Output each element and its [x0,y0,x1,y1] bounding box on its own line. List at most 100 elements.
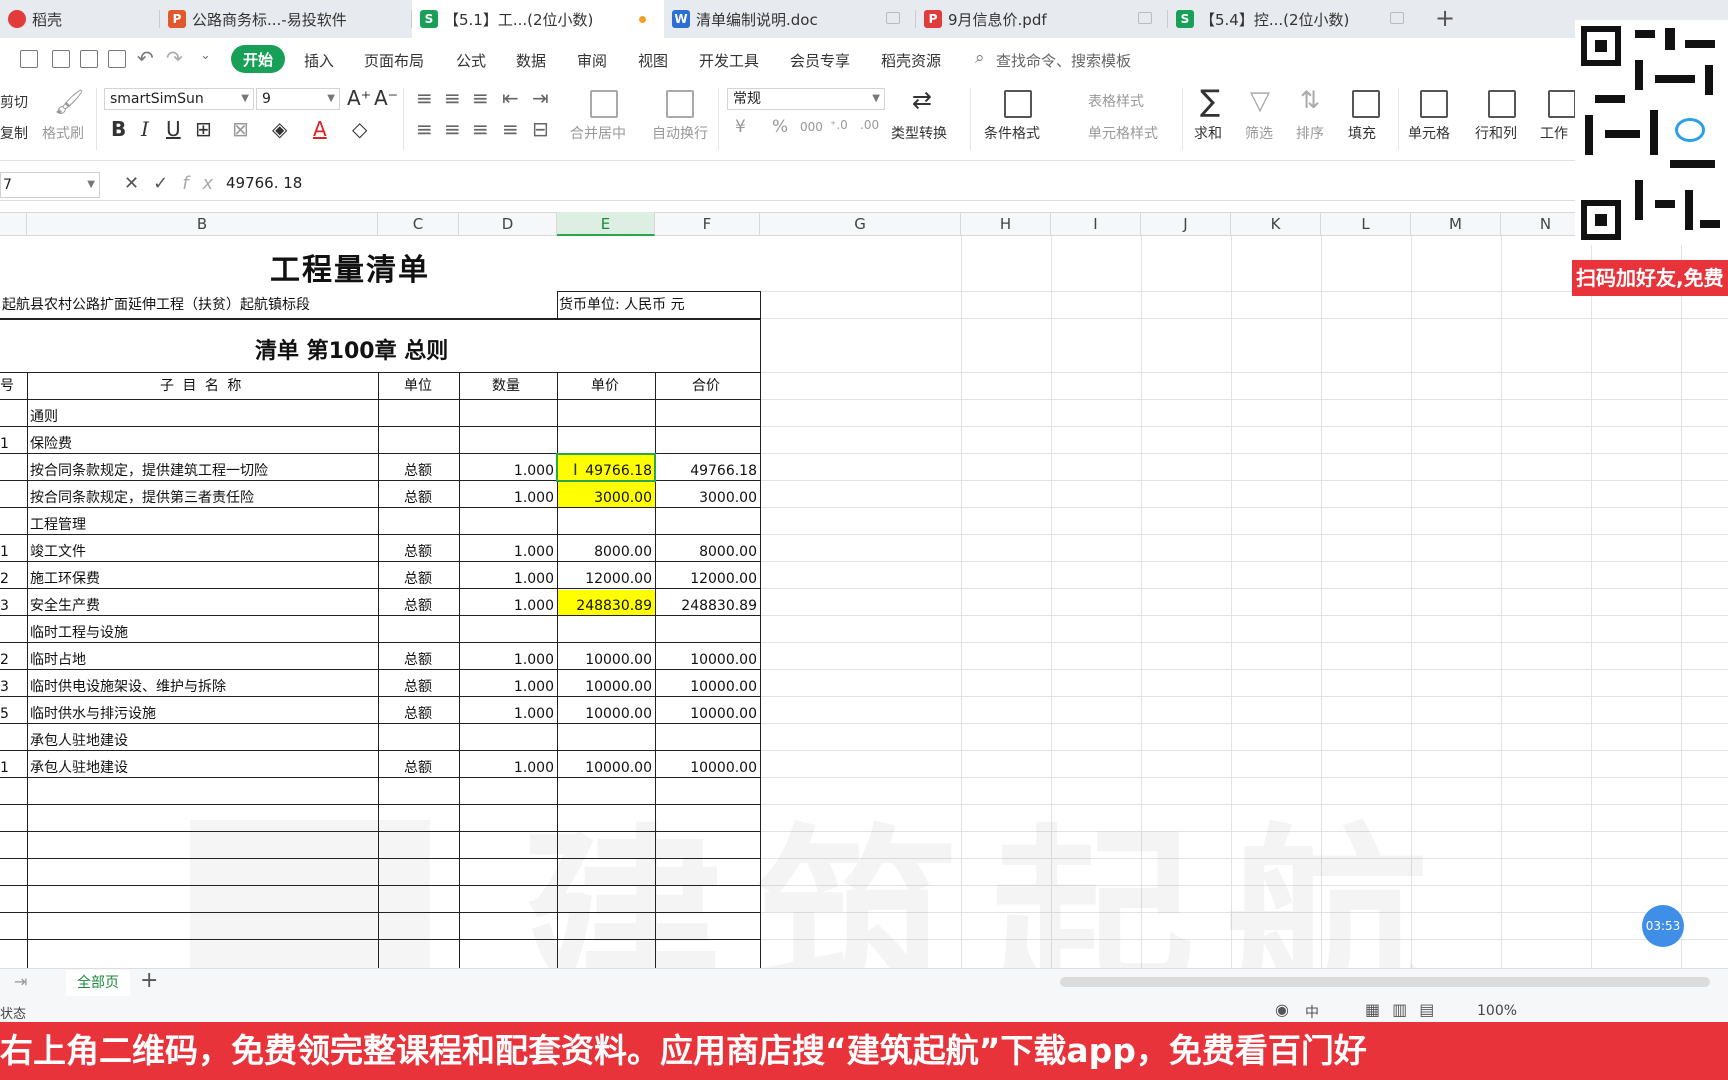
menu-insert[interactable]: 插入 [304,50,334,71]
increase-font-icon[interactable]: A⁺ [347,86,371,110]
thousands-icon[interactable]: 000 [800,120,823,134]
column-header-b[interactable]: B [27,212,378,236]
row-price[interactable]: 8000.00 [557,543,652,561]
column-header-c[interactable]: C [378,212,459,236]
column-header-f[interactable]: F [655,212,760,236]
menu-review[interactable]: 审阅 [577,50,607,71]
close-icon[interactable] [1390,12,1404,24]
currency-icon[interactable]: ¥ [735,117,746,137]
tab-bid-software[interactable]: P 公路商务标...-易投软件 [160,0,412,38]
active-cell[interactable] [556,453,656,482]
merge-center-button[interactable]: 合并居中 [570,123,626,143]
last-sheet-icon[interactable]: ⇥ [14,972,27,991]
tab-quantity-list[interactable]: S 【5.1】工...(2位小数) [412,0,664,38]
fill-color-icon[interactable]: ◈ [272,117,287,141]
column-header-g[interactable]: G [760,212,961,236]
align-top-icon[interactable]: ≡ [416,86,433,110]
column-header-k[interactable]: K [1231,212,1321,236]
row-price[interactable]: 3000.00 [557,489,652,507]
indent-icon[interactable]: ⇥ [532,86,549,110]
row-price[interactable]: 248830.89 [557,597,652,615]
cut-button[interactable]: 剪切 [0,92,28,112]
menu-member[interactable]: 会员专享 [790,50,850,71]
tab-control-price[interactable]: S 【5.4】控...(2位小数) [1168,0,1420,38]
cell-style-button[interactable]: 单元格样式 [1088,123,1158,143]
close-icon[interactable] [886,12,900,24]
view-mode-icons[interactable]: ▦▥▤ [1365,1000,1446,1019]
font-size-select[interactable]: 9 ▼ [256,88,340,110]
format-painter-button[interactable]: 格式刷 [42,123,84,143]
column-header-j[interactable]: J [1141,212,1231,236]
export-icon[interactable] [52,50,70,68]
sheet-tab-all[interactable]: 全部页 [66,970,130,996]
new-tab-icon[interactable]: + [1435,4,1455,32]
number-format-select[interactable]: 常规 ▼ [727,88,885,110]
decrease-font-icon[interactable]: A⁻ [374,86,398,110]
diagonal-border-icon[interactable]: ⊠ [232,117,249,141]
bold-icon[interactable]: B [111,117,126,141]
column-header-d[interactable]: D [459,212,557,236]
column-header-l[interactable]: L [1321,212,1411,236]
eye-icon[interactable]: ◉ [1275,1000,1289,1019]
font-name-select[interactable]: smartSimSun ▼ [104,88,254,110]
menu-developer[interactable]: 开发工具 [699,50,759,71]
row-price[interactable]: 12000.00 [557,570,652,588]
decrease-decimal-icon[interactable]: .00 [860,118,879,132]
align-center-icon[interactable]: ≡ [444,117,461,141]
tab-price-pdf[interactable]: P 9月信息价.pdf [916,0,1168,38]
tab-list-doc[interactable]: W 清单编制说明.doc [664,0,916,38]
name-box[interactable]: 7 ▼ [0,172,100,198]
font-color-icon[interactable]: A [313,117,327,141]
underline-icon[interactable]: U [166,117,181,141]
type-convert-button[interactable]: 类型转换 [891,123,947,143]
formula-input[interactable]: 49766. 18 [226,174,302,192]
wrap-text-button[interactable]: 自动换行 [652,123,708,143]
add-sheet-icon[interactable]: + [140,968,158,993]
menu-view[interactable]: 视图 [638,50,668,71]
increase-decimal-icon[interactable]: ⁺.0 [830,118,848,132]
menu-docer-resources[interactable]: 稻壳资源 [881,50,941,71]
save-icon[interactable] [20,50,38,68]
percent-icon[interactable]: % [772,117,788,137]
worksheet-button[interactable]: 工作 [1540,123,1568,143]
row-price[interactable]: 10000.00 [557,705,652,723]
cell-button[interactable]: 单元格 [1408,123,1450,143]
sort-button[interactable]: 排序 [1296,123,1324,143]
distributed-icon[interactable]: ⊟ [532,117,549,141]
redo-icon[interactable]: ↷ [166,46,183,70]
align-left-icon[interactable]: ≡ [416,117,433,141]
column-header-m[interactable]: M [1411,212,1501,236]
tab-docer[interactable]: 稻壳 [0,0,160,38]
fill-button[interactable]: 填充 [1348,123,1376,143]
align-bottom-icon[interactable]: ≡ [472,86,489,110]
menu-page-layout[interactable]: 页面布局 [364,50,424,71]
sum-button[interactable]: 求和 [1194,123,1222,143]
print-preview-icon[interactable] [108,50,126,68]
cancel-icon[interactable]: ✕ [124,173,153,194]
horizontal-scrollbar[interactable] [1060,977,1710,987]
input-method-icon[interactable]: 中 [1305,1002,1319,1022]
row-col-button[interactable]: 行和列 [1475,123,1517,143]
row-price[interactable]: 10000.00 [557,651,652,669]
close-icon[interactable] [1138,12,1152,24]
column-header-i[interactable]: I [1051,212,1141,236]
justify-icon[interactable]: ≡ [502,117,519,141]
italic-icon[interactable]: I [141,117,149,141]
copy-button[interactable]: 复制 [0,123,28,143]
command-search[interactable]: 查找命令、搜索模板 [996,50,1131,71]
column-header-a[interactable] [0,212,27,236]
menu-start[interactable]: 开始 [231,45,285,73]
filter-button[interactable]: 筛选 [1245,123,1273,143]
print-icon[interactable] [80,50,98,68]
fx-icon[interactable]: fx [182,173,227,194]
confirm-icon[interactable]: ✓ [153,173,182,194]
outdent-icon[interactable]: ⇤ [502,86,519,110]
row-price[interactable]: 10000.00 [557,678,652,696]
align-middle-icon[interactable]: ≡ [444,86,461,110]
row-price[interactable]: 10000.00 [557,759,652,777]
conditional-format-button[interactable]: 条件格式 [984,123,1040,143]
table-style-button[interactable]: 表格样式 [1088,91,1144,111]
column-header-e[interactable]: E [557,212,655,236]
column-header-h[interactable]: H [961,212,1051,236]
zoom-level[interactable]: 100% [1477,1003,1517,1019]
